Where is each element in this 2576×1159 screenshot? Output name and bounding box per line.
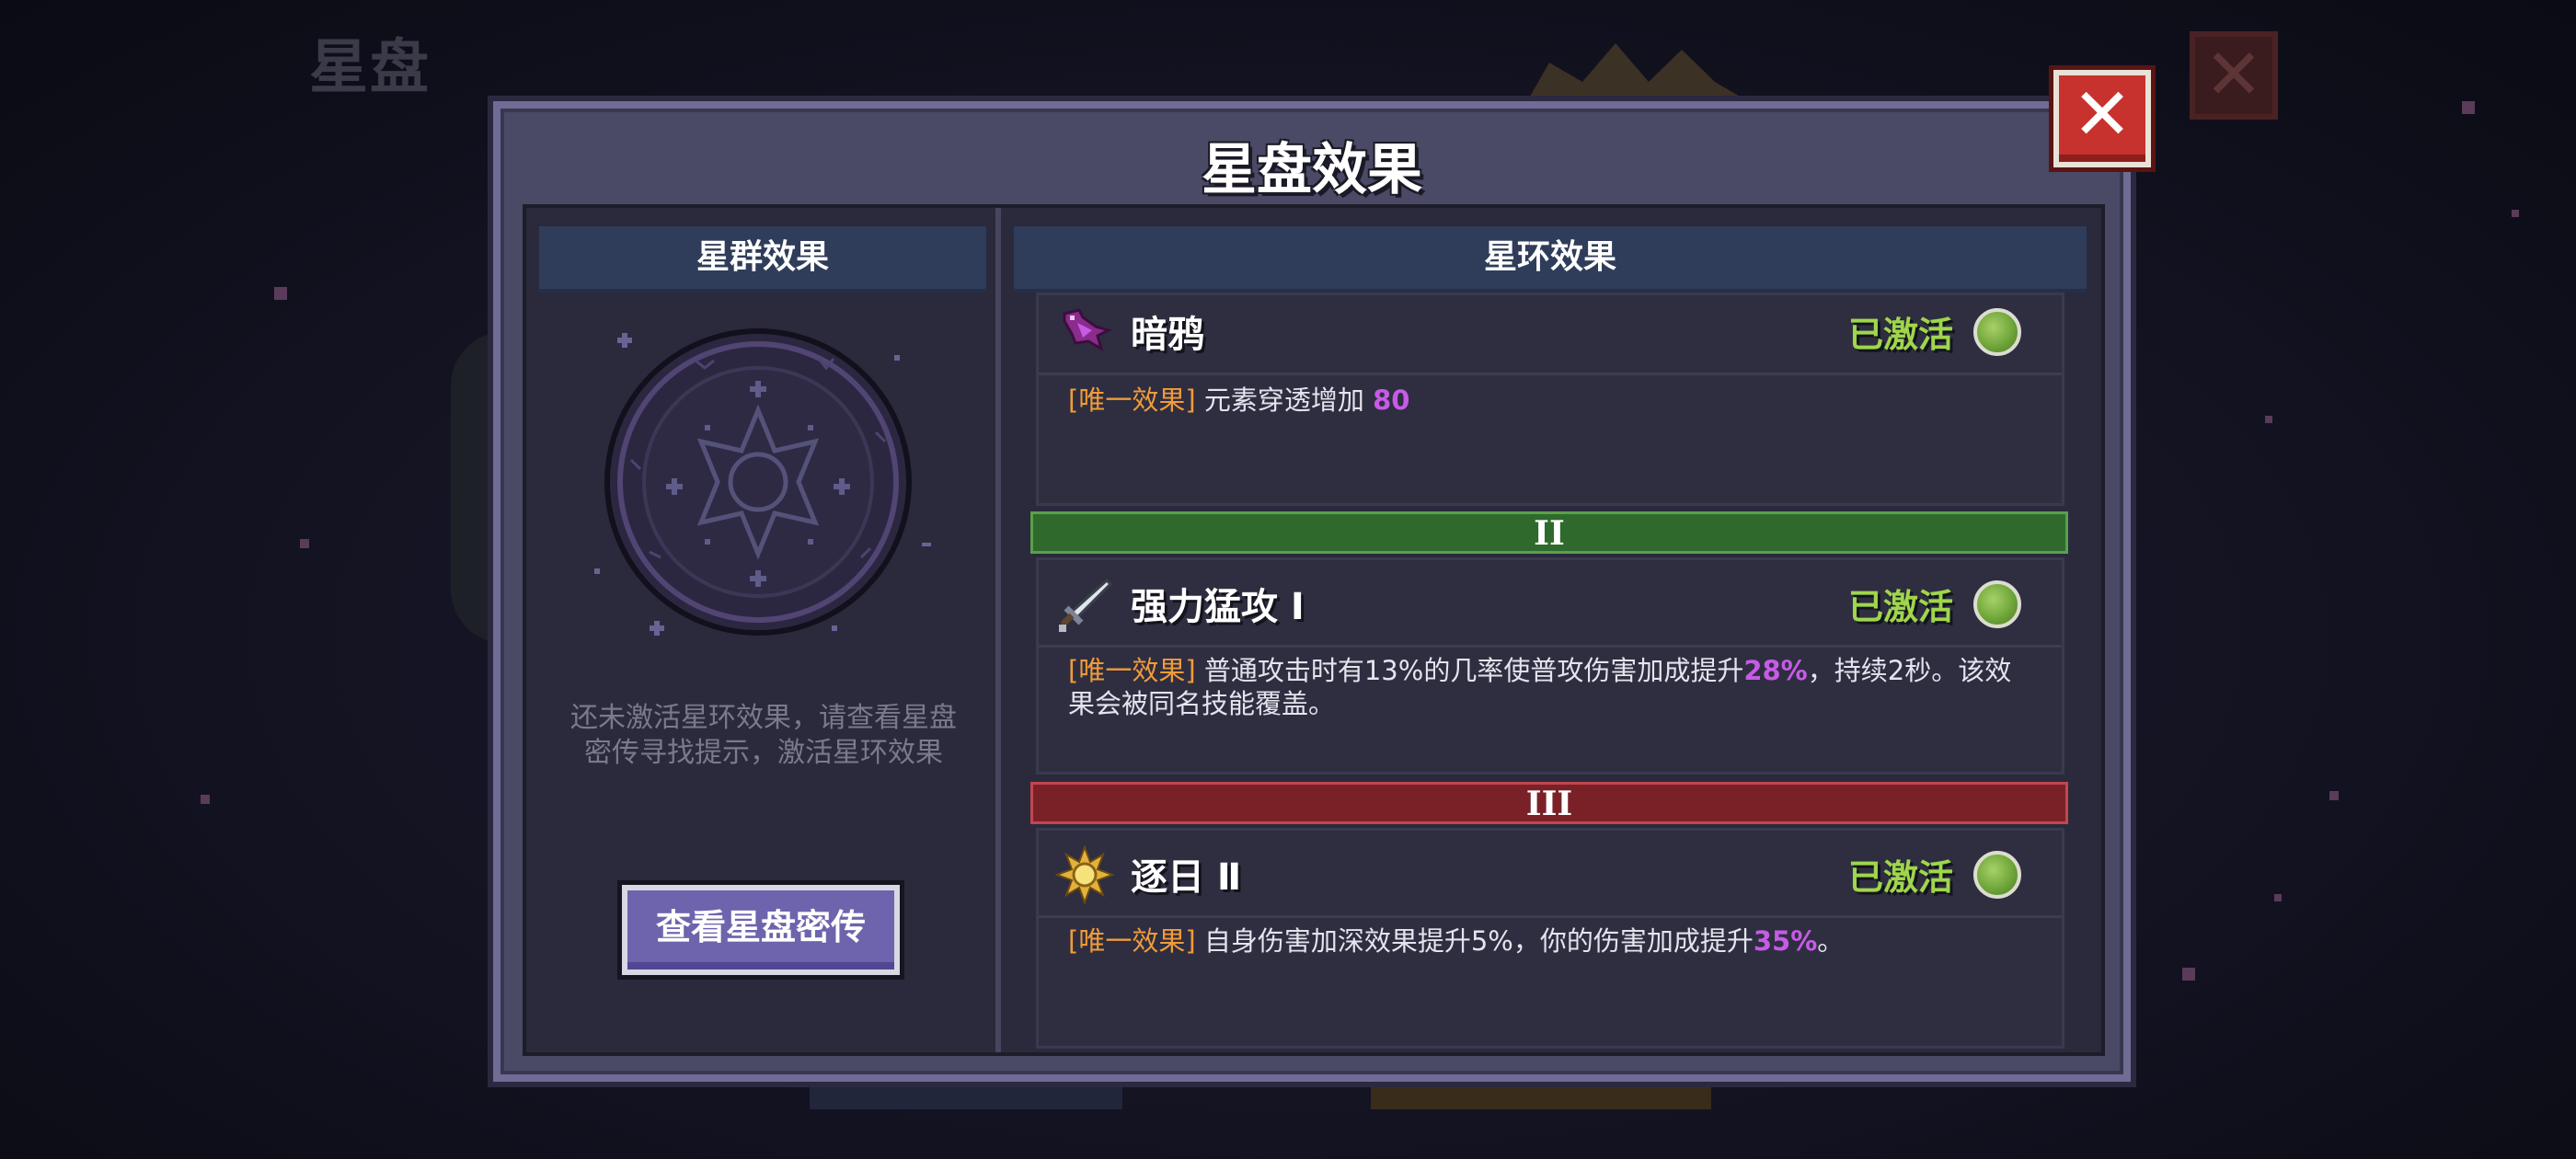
- active-indicator-icon: [1973, 308, 2021, 356]
- highlight-value: 28%: [1743, 655, 1808, 686]
- background-star: [2274, 894, 2282, 901]
- constellation-hint-text: 还未激活星环效果，请查看星盘 密传寻找提示，激活星环效果: [543, 701, 984, 771]
- unique-effect-tag: [唯一效果]: [1068, 655, 1196, 686]
- background-element: [1371, 1084, 1711, 1109]
- card-divider: [1039, 915, 2062, 918]
- background-star: [274, 287, 287, 300]
- description-line: [唯一效果] 普通攻击时有13%的几率使普攻伤害加成提升28%，持续2秒。该效: [1068, 654, 2025, 687]
- tier-ii-bar: II: [1030, 511, 2068, 554]
- effect-description: [唯一效果] 元素穿透增加 80: [1068, 384, 2025, 417]
- background-element: [810, 1084, 1122, 1109]
- active-indicator-icon: [1973, 851, 2021, 899]
- highlight-value: 80: [1373, 384, 1410, 416]
- sun-icon: [1055, 845, 1114, 904]
- effect-name: 逐日 Ⅱ: [1131, 856, 1242, 899]
- description-text: 。: [1817, 925, 1845, 957]
- raven-icon: [1063, 308, 1113, 352]
- card-divider: [1039, 645, 2062, 648]
- background-star: [2182, 968, 2195, 981]
- effect-status: 已激活: [1847, 315, 1953, 355]
- view-star-chart-secrets-button[interactable]: 查看星盘密传: [622, 885, 900, 975]
- description-text: 普通攻击时有13%的几率使普攻伤害加成提升: [1195, 655, 1744, 686]
- hint-line: 密传寻找提示，激活星环效果: [584, 737, 943, 769]
- effect-name: 强力猛攻 Ⅰ: [1131, 586, 1305, 628]
- active-indicator-icon: [1973, 580, 2021, 628]
- effect-status: 已激活: [1847, 857, 1953, 898]
- background-page-title: 星盘: [309, 34, 431, 102]
- background-star: [300, 539, 309, 548]
- ring-effects-header: 星环效果: [1014, 226, 2087, 289]
- background-star: [2462, 101, 2475, 114]
- effect-description: [唯一效果] 普通攻击时有13%的几率使普攻伤害加成提升28%，持续2秒。该效 …: [1068, 654, 2025, 720]
- tier-iii-bar: III: [1030, 782, 2068, 824]
- ring-effect-card: 逐日 Ⅱ 已激活 [唯一效果] 自身伤害加深效果提升5%，你的伤害加成提升35%…: [1036, 828, 2064, 1049]
- background-star: [2329, 791, 2339, 800]
- close-icon: ✕: [2072, 74, 2133, 156]
- background-star: [2512, 210, 2519, 217]
- background-star: [2265, 416, 2272, 423]
- highlight-value: 35%: [1753, 925, 1818, 957]
- description-line: 果会被同名技能覆盖。: [1068, 688, 1336, 719]
- description-text: 自身伤害加深效果提升5%，你的伤害加成提升: [1195, 925, 1754, 957]
- effect-name: 暗鸦: [1131, 314, 1204, 356]
- effect-status: 已激活: [1847, 587, 1953, 627]
- ring-effect-card: 暗鸦 已激活 [唯一效果] 元素穿透增加 80: [1036, 293, 2064, 506]
- close-icon: ✕: [2204, 33, 2263, 115]
- unique-effect-tag: [唯一效果]: [1068, 925, 1196, 957]
- background-star: [201, 795, 210, 804]
- card-divider: [1039, 373, 2062, 375]
- effect-description: [唯一效果] 自身伤害加深效果提升5%，你的伤害加成提升35%。: [1068, 924, 2025, 958]
- star-chart-sigil-icon: [594, 328, 931, 636]
- background-crown-icon: [1527, 43, 1748, 101]
- hint-line: 还未激活星环效果，请查看星盘: [570, 702, 957, 734]
- sword-icon: [1059, 578, 1113, 632]
- description-text: ，持续2秒。该效: [1807, 655, 2012, 686]
- panel-divider: [995, 208, 1001, 1052]
- constellation-effects-header: 星群效果: [539, 226, 986, 289]
- unique-effect-tag: [唯一效果]: [1068, 384, 1196, 416]
- background-close-button[interactable]: ✕: [2190, 31, 2278, 120]
- dialog-close-button[interactable]: ✕: [2053, 70, 2151, 167]
- dialog-title: 星盘效果: [1202, 138, 1422, 202]
- description-text: 元素穿透增加: [1195, 384, 1374, 416]
- ring-effect-card: 强力猛攻 Ⅰ 已激活 [唯一效果] 普通攻击时有13%的几率使普攻伤害加成提升2…: [1036, 557, 2064, 775]
